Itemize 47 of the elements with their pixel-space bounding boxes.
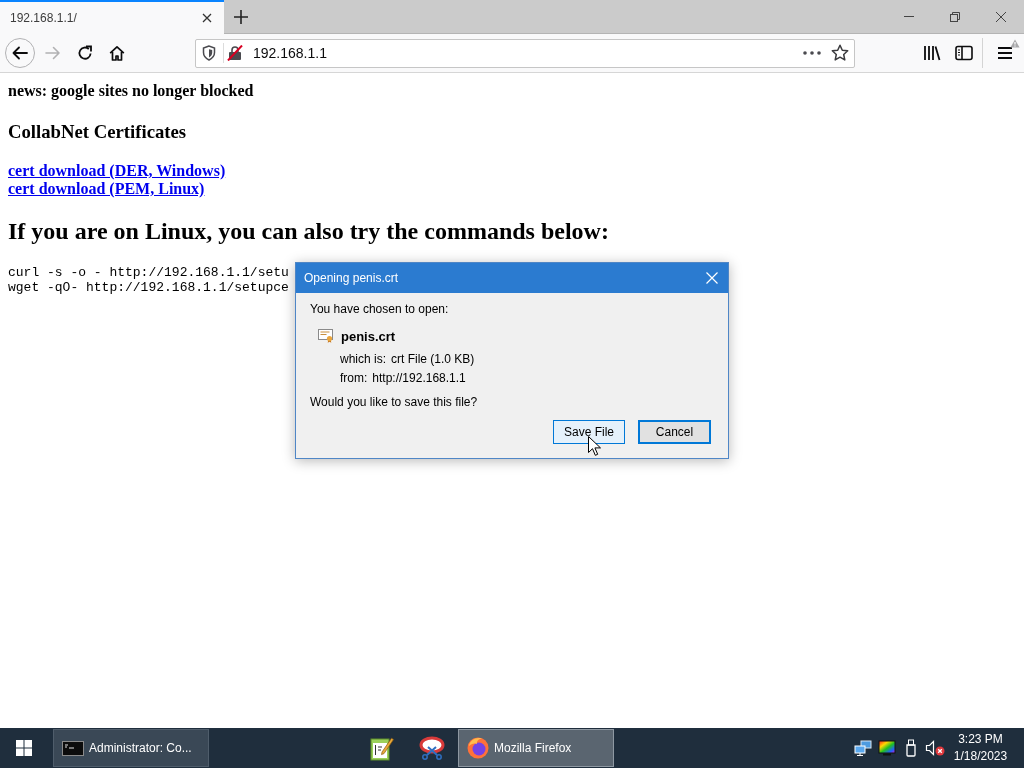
download-link[interactable]: cert download (PEM, Linux) — [8, 180, 205, 197]
home-icon[interactable] — [109, 45, 125, 61]
clock-date: 1/18/2023 — [953, 748, 1008, 765]
usb-drive-icon[interactable] — [905, 739, 917, 757]
file-name: penis.crt — [341, 328, 396, 344]
command-line: wget -qO- http://192.168.1.1/setupce — [8, 279, 289, 295]
section-heading: If you are on Linux, you can also try the commands below: — [8, 217, 609, 245]
notepad-pencil-icon[interactable] — [370, 735, 394, 761]
detail-label: which is: — [340, 352, 386, 367]
save-button[interactable]: Save File — [553, 420, 625, 444]
taskbar-button[interactable]: Mozilla Firefox — [458, 729, 614, 767]
windows-logo-icon[interactable] — [16, 740, 32, 756]
taskbar-button[interactable]: Administrator: Co... — [53, 729, 209, 767]
detail-value: http://192.168.1.1 — [372, 371, 466, 386]
dialog-text: You have chosen to open: — [310, 302, 449, 317]
library-icon[interactable] — [923, 45, 941, 61]
scissors-icon[interactable] — [419, 736, 445, 760]
terminal-icon — [62, 740, 84, 756]
network-icon[interactable] — [854, 740, 872, 756]
mouse-pointer-icon — [588, 436, 601, 456]
clock-time: 3:23 PM — [958, 731, 1003, 748]
restore-icon[interactable] — [950, 11, 960, 22]
address-input[interactable]: 192.168.1.1 — [253, 43, 803, 63]
certificate-icon — [318, 329, 334, 343]
color-display-icon[interactable] — [878, 740, 896, 756]
more-dots-icon[interactable] — [803, 51, 821, 55]
plus-icon[interactable] — [234, 9, 248, 24]
dialog-title: Opening penis.crt — [304, 271, 400, 285]
sidebar-icon[interactable] — [955, 45, 973, 61]
page-heading: CollabNet Certificates — [8, 121, 187, 143]
crossed-lock-icon[interactable] — [227, 45, 243, 61]
news-text: news: google sites no longer blocked — [8, 82, 254, 100]
flame-globe-icon — [467, 737, 489, 759]
command-line: curl -s -o - http://192.168.1.1/setu — [8, 264, 289, 280]
close-icon[interactable] — [202, 13, 212, 23]
dialog-question: Would you like to save this file? — [310, 395, 478, 410]
close-icon[interactable] — [996, 11, 1006, 22]
reload-icon[interactable] — [77, 45, 93, 61]
detail-value: crt File (1.0 KB) — [391, 352, 475, 367]
shield-icon[interactable] — [202, 45, 216, 61]
detail-label: from: — [340, 371, 368, 386]
download-link[interactable]: cert download (DER, Windows) — [8, 162, 226, 179]
menu-icon[interactable] — [997, 46, 1013, 60]
cancel-button[interactable]: Cancel — [638, 420, 711, 444]
speaker-muted-icon[interactable] — [925, 740, 945, 756]
star-icon[interactable] — [831, 44, 849, 62]
browser-tab[interactable]: 192.168.1.1/ — [0, 0, 224, 34]
